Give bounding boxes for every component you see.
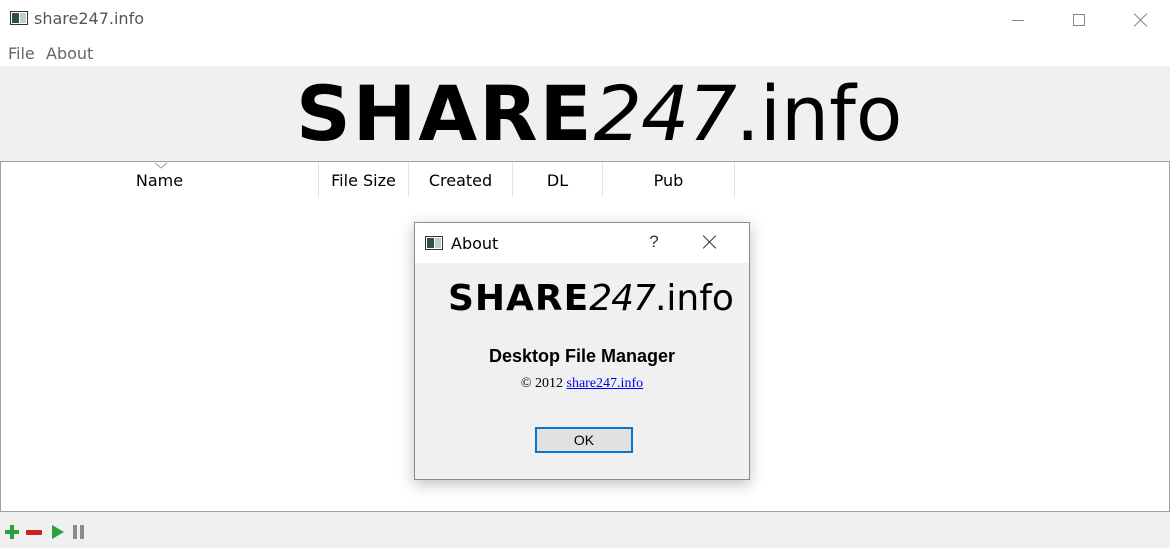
- dialog-logo: SHARE247.info: [448, 277, 734, 321]
- column-header-created[interactable]: Created: [409, 162, 513, 197]
- close-button[interactable]: [1118, 0, 1164, 40]
- help-button[interactable]: ?: [643, 232, 665, 252]
- logo-banner: SHARE247.info: [0, 66, 1170, 161]
- minimize-icon: [1012, 19, 1024, 21]
- column-header-name[interactable]: Name: [1, 162, 319, 197]
- menu-bar: File About: [0, 40, 1170, 66]
- remove-icon[interactable]: [26, 530, 42, 535]
- banner-logo-suffix: .info: [735, 69, 903, 158]
- about-dialog: About ? SHARE247.info Desktop File Manag…: [414, 222, 750, 480]
- column-header-file-size[interactable]: File Size: [319, 162, 409, 197]
- close-icon: [1134, 13, 1148, 27]
- column-header-dl[interactable]: DL: [513, 162, 603, 197]
- dialog-logo-number: 247: [589, 278, 656, 319]
- banner-logo-number: 247: [593, 69, 737, 158]
- column-header-pub[interactable]: Pub: [603, 162, 735, 197]
- menu-file[interactable]: File: [8, 44, 35, 63]
- dialog-title: About: [451, 234, 499, 253]
- dialog-logo-bold: SHARE: [448, 278, 590, 319]
- maximize-icon: [1073, 14, 1085, 26]
- pause-icon[interactable]: [72, 525, 86, 539]
- banner-logo: SHARE247.info: [296, 70, 902, 158]
- minimize-button[interactable]: [995, 0, 1041, 40]
- window-title: share247.info: [34, 9, 144, 28]
- window-title-bar: share247.info: [0, 0, 1170, 40]
- menu-about[interactable]: About: [46, 44, 93, 63]
- dialog-copyright: © 2012 share247.info: [415, 376, 749, 392]
- ok-button[interactable]: OK: [535, 427, 633, 453]
- add-icon[interactable]: [4, 524, 20, 540]
- dialog-title-bar: About ?: [415, 223, 749, 263]
- banner-logo-bold: SHARE: [296, 69, 594, 158]
- dialog-logo-suffix: .info: [654, 278, 734, 319]
- app-icon: [10, 11, 28, 25]
- dialog-heading: Desktop File Manager: [488, 346, 676, 366]
- dialog-app-icon: [425, 236, 443, 250]
- website-link[interactable]: share247.info: [567, 376, 644, 391]
- play-icon[interactable]: [52, 525, 64, 539]
- copyright-text: © 2012: [520, 376, 564, 391]
- maximize-button[interactable]: [1056, 0, 1102, 40]
